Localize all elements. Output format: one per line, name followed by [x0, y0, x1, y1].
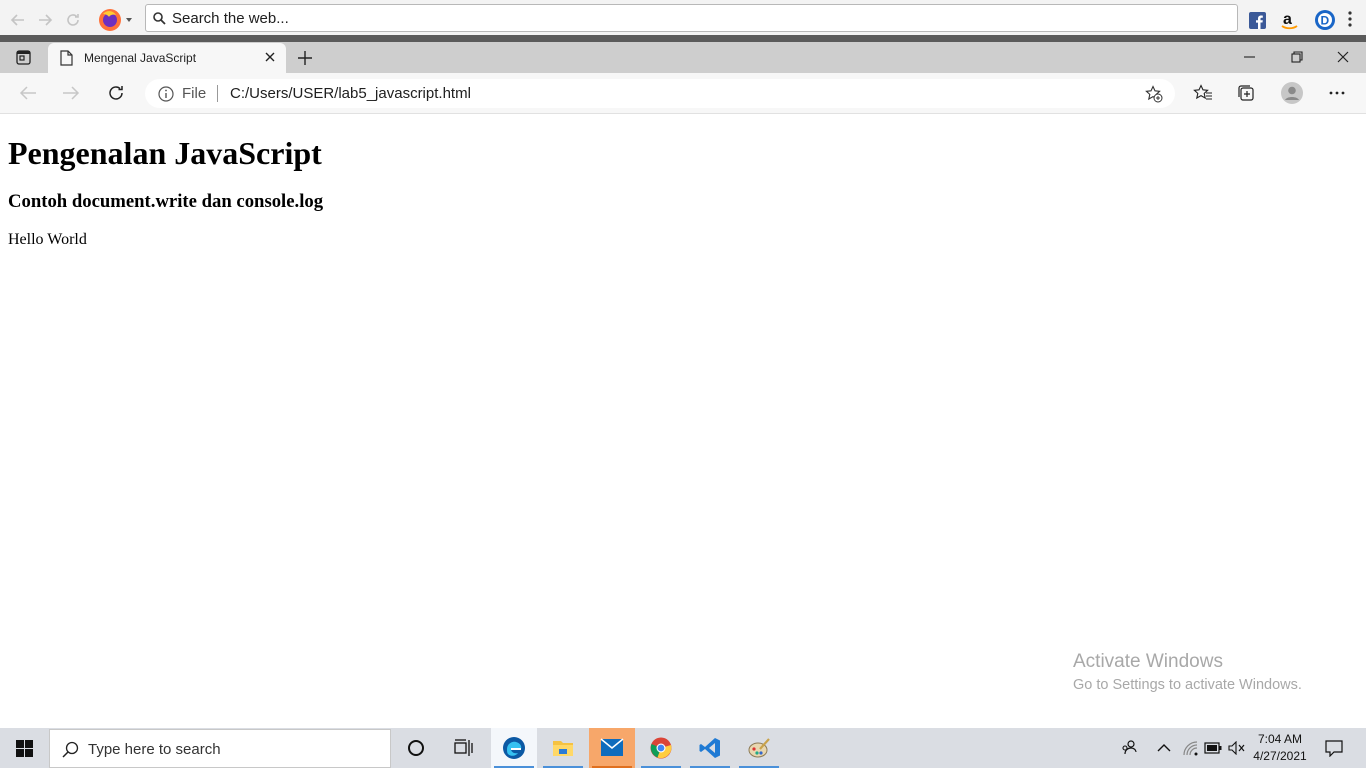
amazon-icon[interactable]: a: [1281, 10, 1299, 30]
close-icon[interactable]: [264, 51, 276, 63]
tab-actions-icon[interactable]: [16, 50, 31, 65]
taskbar-file-explorer[interactable]: [540, 728, 586, 768]
taskbar-search-placeholder: Type here to search: [88, 741, 221, 758]
taskbar-search-icon: [62, 741, 79, 758]
window-close-icon[interactable]: [1337, 51, 1349, 63]
search-icon: [153, 12, 166, 25]
taskbar-edge[interactable]: [491, 728, 537, 768]
scheme-label: File: [182, 85, 207, 102]
taskbar-chrome[interactable]: [638, 728, 684, 768]
firefox-icon[interactable]: [98, 8, 134, 32]
taskbar-paint[interactable]: [736, 728, 782, 768]
profile-icon[interactable]: [1281, 82, 1303, 104]
vscode-icon: [699, 737, 721, 759]
new-tab-icon[interactable]: [297, 50, 313, 66]
taskbar-search-box[interactable]: Type here to search: [49, 729, 391, 768]
edge-back-icon[interactable]: [18, 84, 38, 102]
facebook-icon[interactable]: [1249, 12, 1266, 29]
url-text[interactable]: C:/Users/USER/lab5_javascript.html: [230, 85, 471, 102]
wifi-icon[interactable]: [1183, 741, 1199, 756]
chevron-up-icon[interactable]: [1157, 743, 1171, 752]
reload-icon[interactable]: [64, 11, 82, 29]
file-explorer-icon: [552, 738, 574, 758]
kebab-icon[interactable]: [1347, 11, 1353, 27]
restore-icon[interactable]: [1291, 51, 1303, 63]
toolbar-divider: [0, 35, 1366, 42]
more-icon[interactable]: [1329, 91, 1345, 95]
address-bar[interactable]: File C:/Users/USER/lab5_javascript.html: [145, 79, 1175, 108]
tab-title: Mengenal JavaScript: [84, 51, 197, 65]
volume-muted-icon[interactable]: [1228, 741, 1245, 755]
watermark-subtitle: Go to Settings to activate Windows.: [1073, 677, 1302, 693]
edge-reload-icon[interactable]: [106, 83, 126, 103]
tab-mengenal-javascript[interactable]: Mengenal JavaScript: [48, 43, 286, 73]
battery-icon[interactable]: [1204, 742, 1222, 754]
clock-date: 4/27/2021: [1253, 749, 1307, 763]
cortana-icon[interactable]: [407, 739, 425, 757]
task-view-icon[interactable]: [454, 739, 474, 757]
address-separator: [217, 85, 218, 102]
page-heading: Pengenalan JavaScript: [8, 135, 322, 171]
forward-icon[interactable]: [36, 11, 54, 29]
people-icon[interactable]: [1121, 739, 1139, 757]
taskbar-vscode[interactable]: [687, 728, 733, 768]
taskbar-mail[interactable]: [589, 728, 635, 768]
extension-d-icon[interactable]: D: [1314, 9, 1336, 31]
back-icon[interactable]: [9, 11, 27, 29]
activation-watermark: Activate Windows Go to Settings to activ…: [1073, 651, 1302, 693]
edge-icon: [502, 736, 526, 760]
add-favorite-icon[interactable]: [1145, 85, 1163, 103]
mail-icon: [600, 738, 624, 757]
system-clock[interactable]: 7:04 AM 4/27/2021: [1250, 731, 1310, 765]
info-icon[interactable]: [158, 86, 174, 102]
chrome-icon: [650, 737, 672, 759]
page-icon: [60, 50, 73, 66]
collections-icon[interactable]: [1237, 84, 1255, 102]
svg-text:D: D: [1321, 14, 1330, 28]
web-search-placeholder: Search the web...: [172, 10, 289, 27]
windows-start-icon[interactable]: [16, 740, 33, 757]
output-text: Hello World: [8, 231, 87, 248]
page-content: Pengenalan JavaScript Contoh document.wr…: [8, 120, 1348, 250]
edge-forward-icon[interactable]: [61, 84, 81, 102]
watermark-title: Activate Windows: [1073, 651, 1223, 672]
web-search-box[interactable]: Search the web...: [145, 4, 1238, 32]
svg-text:a: a: [1283, 11, 1292, 28]
paint-icon: [748, 737, 770, 759]
minimize-icon[interactable]: [1244, 56, 1256, 58]
clock-time: 7:04 AM: [1257, 732, 1303, 746]
favorites-icon[interactable]: [1193, 84, 1213, 102]
page-subheading: Contoh document.write dan console.log: [8, 191, 324, 212]
notification-icon[interactable]: [1325, 740, 1343, 757]
